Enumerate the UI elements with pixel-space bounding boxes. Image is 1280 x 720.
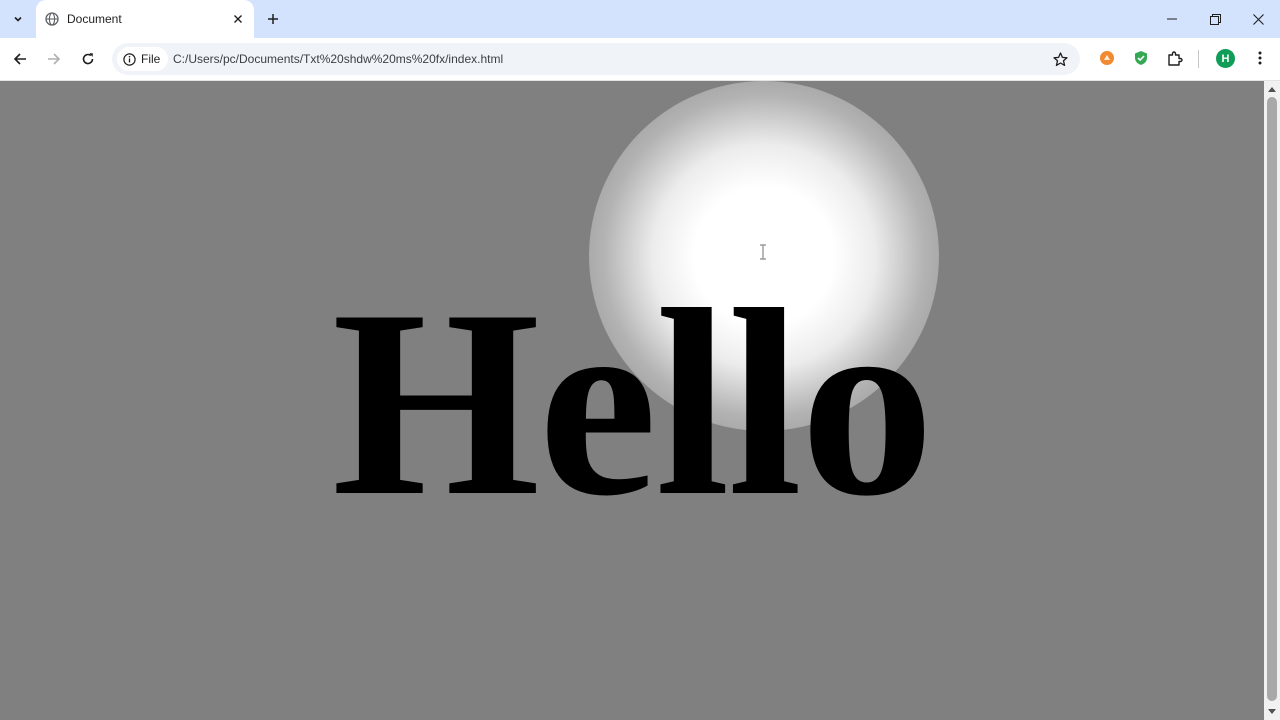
browser-toolbar: File C:/Users/pc/Documents/Txt%20shdw%20…	[0, 38, 1280, 81]
scroll-up-arrow[interactable]	[1268, 87, 1276, 92]
minimize-icon	[1167, 18, 1177, 20]
tab-strip: Document	[0, 0, 1280, 38]
info-icon	[123, 52, 136, 66]
close-icon	[1252, 13, 1264, 25]
restore-button[interactable]	[1193, 0, 1237, 38]
toolbar-divider	[1198, 50, 1199, 68]
forward-button[interactable]	[41, 46, 67, 72]
restore-icon	[1209, 13, 1221, 25]
tab-close-button[interactable]	[230, 11, 246, 27]
window-close-button[interactable]	[1236, 0, 1280, 38]
green-shield-icon	[1135, 51, 1147, 65]
plus-icon	[268, 14, 278, 24]
site-label: File	[141, 52, 161, 66]
puzzle-icon	[1168, 51, 1183, 66]
kebab-menu-icon	[1258, 51, 1262, 65]
new-tab-button[interactable]	[262, 8, 284, 30]
back-button[interactable]	[7, 46, 33, 72]
tab-search-button[interactable]	[6, 7, 30, 31]
tab-document[interactable]: Document	[36, 0, 254, 38]
site-info-chip[interactable]: File	[117, 47, 169, 71]
chevron-down-icon	[14, 16, 22, 22]
browser-menu-button[interactable]	[1250, 48, 1270, 68]
star-icon	[1052, 51, 1068, 66]
extension-button-1[interactable]	[1097, 48, 1117, 68]
globe-icon	[45, 12, 59, 26]
text-cursor-icon	[760, 244, 766, 260]
url-text[interactable]: C:/Users/pc/Documents/Txt%20shdw%20ms%20…	[173, 52, 503, 66]
arrow-right-icon	[48, 53, 61, 65]
vertical-scrollbar[interactable]	[1264, 81, 1280, 720]
profile-avatar[interactable]: H	[1216, 49, 1235, 68]
scroll-down-arrow[interactable]	[1268, 709, 1276, 714]
reload-icon	[82, 53, 94, 65]
extensions-menu-button[interactable]	[1165, 48, 1185, 68]
bookmark-button[interactable]	[1050, 49, 1070, 69]
tab-title: Document	[67, 12, 122, 26]
extension-button-2[interactable]	[1131, 48, 1151, 68]
address-bar[interactable]: File C:/Users/pc/Documents/Txt%20shdw%20…	[112, 43, 1080, 75]
reload-button[interactable]	[75, 46, 101, 72]
minimize-button[interactable]	[1150, 0, 1194, 38]
arrow-left-icon	[13, 53, 26, 65]
page-heading: Hello	[331, 254, 934, 551]
page-viewport: Hello	[0, 81, 1264, 720]
close-icon	[234, 15, 242, 23]
orange-extension-icon	[1100, 51, 1114, 65]
scroll-thumb[interactable]	[1267, 97, 1277, 701]
browser-window: Document File C:/Users/pc/Documents/Txt%…	[0, 0, 1280, 720]
